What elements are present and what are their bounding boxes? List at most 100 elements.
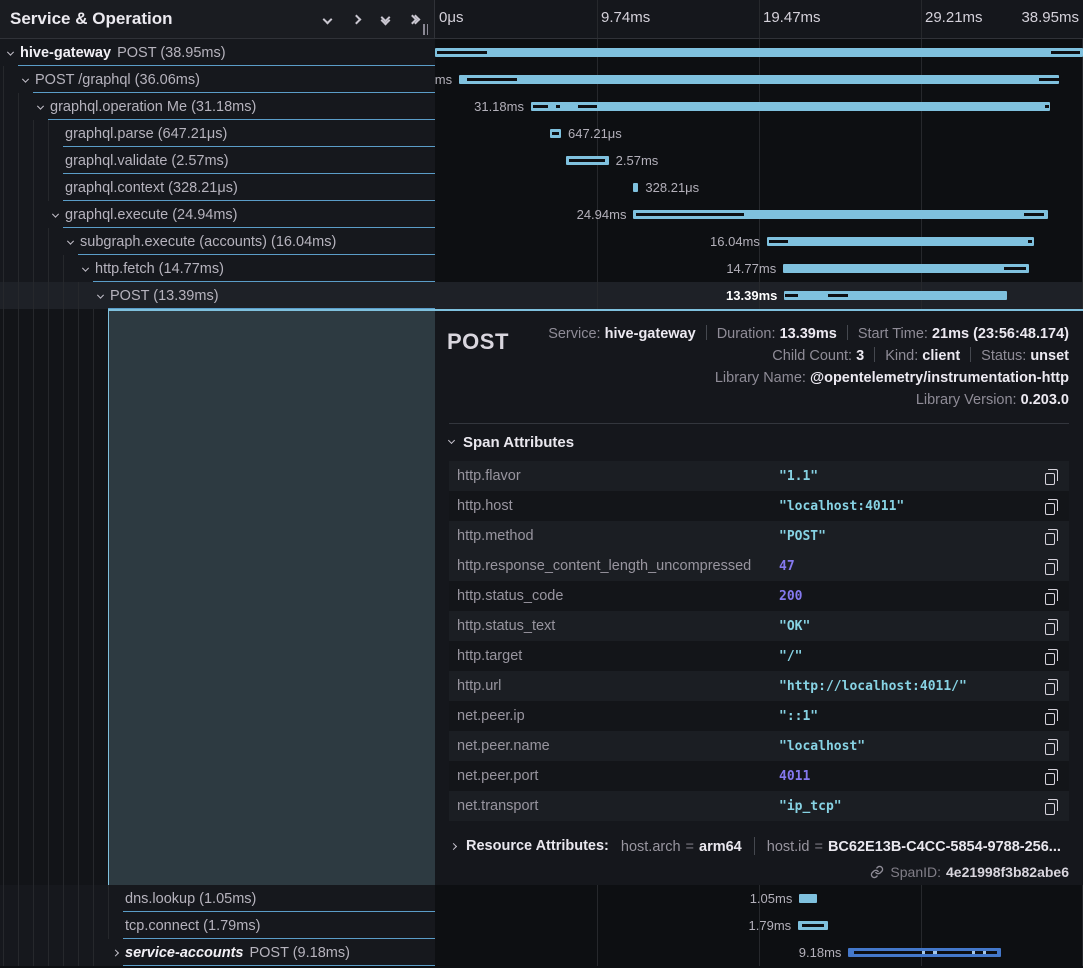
- span-duration-bar[interactable]: [767, 237, 1034, 246]
- copy-button[interactable]: [1041, 737, 1059, 755]
- attribute-value: 47: [779, 559, 1041, 574]
- copy-button[interactable]: [1041, 647, 1059, 665]
- span-row[interactable]: hive-gatewayPOST (38.95ms)38.95ms: [0, 39, 1083, 66]
- span-name-cell[interactable]: dns.lookup (1.05ms): [0, 885, 435, 912]
- span-bar-cell[interactable]: 31.18ms: [435, 93, 1083, 120]
- span-name-cell[interactable]: POST (13.39ms): [0, 282, 435, 309]
- attribute-row: http.status_code200: [449, 581, 1069, 611]
- span-name-cell[interactable]: graphql.parse (647.21μs): [0, 120, 435, 147]
- chevron-down-icon[interactable]: [7, 48, 14, 55]
- span-row[interactable]: tcp.connect (1.79ms)1.79ms: [0, 912, 1083, 939]
- expand-one-icon[interactable]: [346, 7, 366, 31]
- span-bar-cell[interactable]: 328.21μs: [435, 174, 1083, 201]
- span-duration-label: 31.18ms: [474, 99, 524, 114]
- span-name-cell[interactable]: subgraph.execute (accounts) (16.04ms): [0, 228, 435, 255]
- span-name-cell[interactable]: graphql.validate (2.57ms): [0, 147, 435, 174]
- chevron-right-icon[interactable]: [112, 949, 119, 956]
- copy-icon: [1045, 653, 1055, 665]
- span-bar-cell[interactable]: 2.57ms: [435, 147, 1083, 174]
- span-name-cell[interactable]: graphql.operation Me (31.18ms): [0, 93, 435, 120]
- span-bar-cell[interactable]: 24.94ms: [435, 201, 1083, 228]
- tree-indent-guide: [18, 309, 19, 885]
- attribute-value: "POST": [779, 529, 1041, 544]
- span-name-label: subgraph.execute (accounts) (16.04ms): [80, 234, 336, 250]
- tree-indent-guide: [3, 66, 4, 93]
- span-bar-cell[interactable]: 1.05ms: [435, 885, 1083, 912]
- span-bar-cell[interactable]: 13.39ms: [435, 282, 1083, 309]
- tree-indent-guide: [93, 939, 94, 966]
- chevron-down-icon[interactable]: [67, 237, 74, 244]
- ruler-tick-label: 19.47ms: [763, 9, 821, 26]
- chevron-down-icon[interactable]: [52, 210, 59, 217]
- resource-attributes-toggle[interactable]: Resource Attributes: host.arch=arm64host…: [449, 837, 1069, 855]
- span-bar-cell[interactable]: 9.18ms: [435, 939, 1083, 966]
- chevron-right-icon: [450, 842, 457, 849]
- copy-button[interactable]: [1041, 617, 1059, 635]
- child-span-marker: [1045, 105, 1049, 108]
- expand-all-icon[interactable]: [404, 7, 424, 31]
- attribute-key: http.response_content_length_uncompresse…: [457, 558, 779, 574]
- span-row[interactable]: subgraph.execute (accounts) (16.04ms) 16.…: [0, 228, 1083, 255]
- span-row[interactable]: graphql.operation Me (31.18ms) 31.18ms: [0, 93, 1083, 120]
- span-detail-panel: POST Service: hive-gatewayDuration: 13.3…: [435, 309, 1083, 885]
- span-row[interactable]: service-accountsPOST (9.18ms)9.18ms: [0, 939, 1083, 966]
- link-icon[interactable]: [870, 865, 884, 879]
- collapse-all-icon[interactable]: [375, 7, 395, 31]
- span-duration-bar[interactable]: [784, 291, 1007, 300]
- span-bar-cell[interactable]: 38.95ms: [435, 39, 1083, 66]
- span-bar-cell[interactable]: 647.21μs: [435, 120, 1083, 147]
- copy-button[interactable]: [1041, 497, 1059, 515]
- span-row[interactable]: dns.lookup (1.05ms)1.05ms: [0, 885, 1083, 912]
- span-name-cell[interactable]: tcp.connect (1.79ms): [0, 912, 435, 939]
- copy-button[interactable]: [1041, 587, 1059, 605]
- copy-icon: [1045, 473, 1055, 485]
- span-name-cell[interactable]: http.fetch (14.77ms): [0, 255, 435, 282]
- span-row[interactable]: POST /graphql (36.06ms)36.06ms: [0, 66, 1083, 93]
- span-name-cell[interactable]: graphql.context (328.21μs): [0, 174, 435, 201]
- chevron-down-icon[interactable]: [97, 291, 104, 298]
- span-bar-cell[interactable]: 16.04ms: [435, 228, 1083, 255]
- span-row[interactable]: http.fetch (14.77ms)14.77ms: [0, 255, 1083, 282]
- span-duration-bar[interactable]: [799, 894, 816, 903]
- overview-field-label: Library Version:: [916, 392, 1021, 408]
- column-resizer-handle[interactable]: [423, 24, 431, 35]
- timeline-gridline: [597, 228, 598, 255]
- span-duration-bar[interactable]: [633, 183, 638, 192]
- chevron-down-icon[interactable]: [37, 102, 44, 109]
- copy-button[interactable]: [1041, 557, 1059, 575]
- span-duration-bar[interactable]: [435, 48, 1083, 57]
- span-row[interactable]: graphql.context (328.21μs)328.21μs: [0, 174, 1083, 201]
- attribute-key: net.transport: [457, 798, 779, 814]
- tree-indent-guide: [3, 201, 4, 228]
- attribute-row: http.flavor"1.1": [449, 461, 1069, 491]
- span-duration-bar[interactable]: [531, 102, 1050, 111]
- span-attributes-toggle[interactable]: Span Attributes: [449, 434, 1069, 451]
- span-bar-cell[interactable]: 36.06ms: [435, 66, 1083, 93]
- span-row[interactable]: POST (13.39ms)13.39ms: [0, 282, 1083, 309]
- span-duration-bar[interactable]: [459, 75, 1059, 84]
- span-bar-cell[interactable]: 14.77ms: [435, 255, 1083, 282]
- attribute-value: "OK": [779, 619, 1041, 634]
- span-name-cell[interactable]: POST /graphql (36.06ms): [0, 66, 435, 93]
- chevron-down-icon[interactable]: [22, 75, 29, 82]
- copy-button[interactable]: [1041, 797, 1059, 815]
- resource-attribute-key: host.id: [767, 839, 810, 855]
- span-row[interactable]: graphql.execute (24.94ms)24.94ms: [0, 201, 1083, 228]
- copy-button[interactable]: [1041, 527, 1059, 545]
- span-duration-bar[interactable]: [783, 264, 1029, 273]
- span-bar-cell[interactable]: 1.79ms: [435, 912, 1083, 939]
- span-name-cell[interactable]: graphql.execute (24.94ms): [0, 201, 435, 228]
- collapse-one-icon[interactable]: [317, 7, 337, 31]
- timeline-header: Service & Operation 0μs9.74ms19.47ms29.2…: [0, 0, 1083, 39]
- span-name-cell[interactable]: hive-gatewayPOST (38.95ms): [0, 39, 435, 66]
- copy-button[interactable]: [1041, 677, 1059, 695]
- chevron-down-icon[interactable]: [82, 264, 89, 271]
- copy-button[interactable]: [1041, 467, 1059, 485]
- child-span-marker-light: [933, 951, 936, 954]
- copy-button[interactable]: [1041, 767, 1059, 785]
- ruler-gridline: [759, 0, 760, 38]
- span-name-cell[interactable]: service-accountsPOST (9.18ms): [0, 939, 435, 966]
- span-row[interactable]: graphql.validate (2.57ms)2.57ms: [0, 147, 1083, 174]
- span-row[interactable]: graphql.parse (647.21μs)647.21μs: [0, 120, 1083, 147]
- copy-button[interactable]: [1041, 707, 1059, 725]
